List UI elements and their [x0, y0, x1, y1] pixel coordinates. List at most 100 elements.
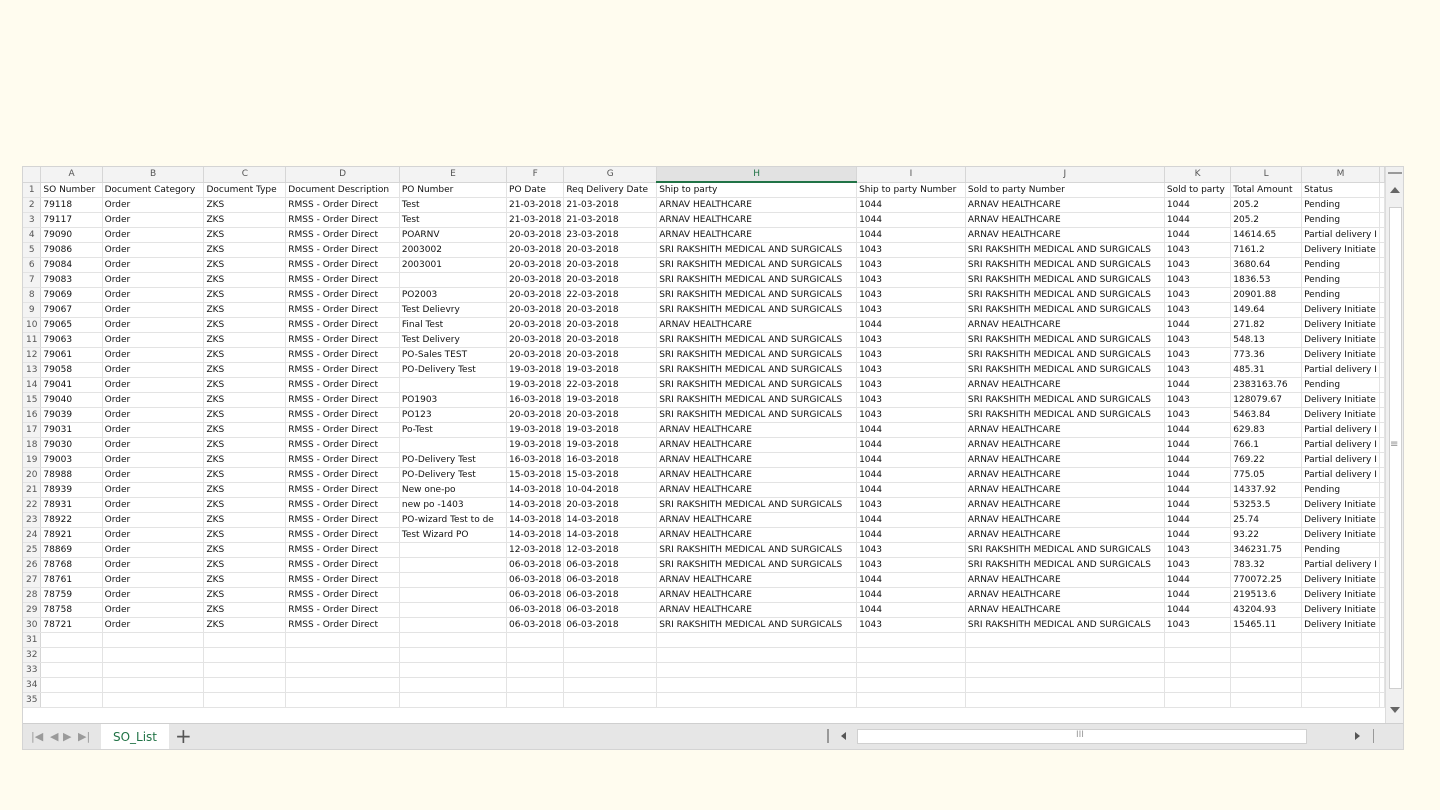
cell-a18[interactable]: 79030 — [40, 437, 103, 453]
cell-b17[interactable]: Order — [102, 422, 205, 438]
cell-a14[interactable]: 79041 — [40, 377, 103, 393]
cell-d3[interactable]: RMSS - Order Direct — [285, 212, 400, 228]
cell-b22[interactable]: Order — [102, 497, 205, 513]
cell-j1[interactable]: Sold to party Number — [965, 182, 1165, 198]
row-header[interactable]: 32 — [23, 647, 42, 663]
cell-d23[interactable]: RMSS - Order Direct — [285, 512, 400, 528]
cell-b25[interactable]: Order — [102, 542, 205, 558]
cell-j17[interactable]: ARNAV HEALTHCARE — [965, 422, 1165, 438]
column-header-m[interactable]: M — [1301, 167, 1380, 183]
cell-k1[interactable]: Sold to party — [1164, 182, 1232, 198]
column-header-k[interactable]: K — [1164, 167, 1232, 183]
cell-l11[interactable]: 548.13 — [1230, 332, 1303, 348]
row-header[interactable]: 22 — [23, 497, 42, 513]
cell-m15[interactable]: Delivery Initiate — [1301, 392, 1380, 408]
cell-e9[interactable]: Test Delievry — [399, 302, 508, 318]
cell-c27[interactable]: ZKS — [203, 572, 287, 588]
cell-i5[interactable]: 1043 — [856, 242, 966, 258]
cell-f3[interactable]: 21-03-2018 — [506, 212, 565, 228]
cell-a7[interactable]: 79083 — [40, 272, 103, 288]
cell-d7[interactable]: RMSS - Order Direct — [285, 272, 400, 288]
cell-h31[interactable] — [656, 632, 858, 648]
cell-b33[interactable] — [102, 662, 205, 678]
row-header[interactable]: 15 — [23, 392, 42, 408]
cell-d28[interactable]: RMSS - Order Direct — [285, 587, 400, 603]
cell-a34[interactable] — [40, 677, 103, 693]
cell-j10[interactable]: ARNAV HEALTHCARE — [965, 317, 1165, 333]
cell-m6[interactable]: Pending — [1301, 257, 1380, 273]
cell-g29[interactable]: 06-03-2018 — [563, 602, 658, 618]
column-header-i[interactable]: I — [856, 167, 966, 183]
first-sheet-icon[interactable]: |◀ — [31, 730, 43, 743]
cell-f15[interactable]: 16-03-2018 — [506, 392, 565, 408]
cell-h3[interactable]: ARNAV HEALTHCARE — [656, 212, 858, 228]
cell-k18[interactable]: 1044 — [1164, 437, 1232, 453]
column-header-d[interactable]: D — [285, 167, 400, 183]
cell-h28[interactable]: ARNAV HEALTHCARE — [656, 587, 858, 603]
cell-j29[interactable]: ARNAV HEALTHCARE — [965, 602, 1165, 618]
cell-c31[interactable] — [203, 632, 287, 648]
cell-a8[interactable]: 79069 — [40, 287, 103, 303]
cell-b18[interactable]: Order — [102, 437, 205, 453]
cell-a10[interactable]: 79065 — [40, 317, 103, 333]
cell-b23[interactable]: Order — [102, 512, 205, 528]
cell-j15[interactable]: SRI RAKSHITH MEDICAL AND SURGICALS — [965, 392, 1165, 408]
cell-i16[interactable]: 1043 — [856, 407, 966, 423]
cell-i29[interactable]: 1044 — [856, 602, 966, 618]
cell-filler[interactable] — [1379, 452, 1385, 468]
cell-d21[interactable]: RMSS - Order Direct — [285, 482, 400, 498]
cell-m18[interactable]: Partial delivery I — [1301, 437, 1380, 453]
cell-i19[interactable]: 1044 — [856, 452, 966, 468]
cell-g30[interactable]: 06-03-2018 — [563, 617, 658, 633]
cell-d18[interactable]: RMSS - Order Direct — [285, 437, 400, 453]
cell-g11[interactable]: 20-03-2018 — [563, 332, 658, 348]
cell-h14[interactable]: SRI RAKSHITH MEDICAL AND SURGICALS — [656, 377, 858, 393]
cell-d14[interactable]: RMSS - Order Direct — [285, 377, 400, 393]
cell-h4[interactable]: ARNAV HEALTHCARE — [656, 227, 858, 243]
cell-d5[interactable]: RMSS - Order Direct — [285, 242, 400, 258]
row-header[interactable]: 2 — [23, 197, 42, 213]
cell-j33[interactable] — [965, 662, 1165, 678]
cell-k31[interactable] — [1164, 632, 1232, 648]
cell-c23[interactable]: ZKS — [203, 512, 287, 528]
cell-d9[interactable]: RMSS - Order Direct — [285, 302, 400, 318]
cell-filler[interactable] — [1379, 212, 1385, 228]
cell-a20[interactable]: 78988 — [40, 467, 103, 483]
cell-h19[interactable]: ARNAV HEALTHCARE — [656, 452, 858, 468]
cell-f14[interactable]: 19-03-2018 — [506, 377, 565, 393]
cell-c4[interactable]: ZKS — [203, 227, 287, 243]
column-header-h[interactable]: H — [656, 167, 858, 183]
cell-h12[interactable]: SRI RAKSHITH MEDICAL AND SURGICALS — [656, 347, 858, 363]
cell-e32[interactable] — [399, 647, 508, 663]
cell-g24[interactable]: 14-03-2018 — [563, 527, 658, 543]
cell-e26[interactable] — [399, 557, 508, 573]
cell-j11[interactable]: SRI RAKSHITH MEDICAL AND SURGICALS — [965, 332, 1165, 348]
cell-e29[interactable] — [399, 602, 508, 618]
cell-h23[interactable]: ARNAV HEALTHCARE — [656, 512, 858, 528]
cell-filler[interactable] — [1379, 377, 1385, 393]
cell-d24[interactable]: RMSS - Order Direct — [285, 527, 400, 543]
cell-h22[interactable]: SRI RAKSHITH MEDICAL AND SURGICALS — [656, 497, 858, 513]
cell-f22[interactable]: 14-03-2018 — [506, 497, 565, 513]
cell-e4[interactable]: POARNV — [399, 227, 508, 243]
cell-filler[interactable] — [1379, 632, 1385, 648]
cell-g33[interactable] — [563, 662, 658, 678]
row-header[interactable]: 12 — [23, 347, 42, 363]
cell-filler[interactable] — [1379, 287, 1385, 303]
cell-m28[interactable]: Delivery Initiate — [1301, 587, 1380, 603]
cell-m17[interactable]: Partial delivery I — [1301, 422, 1380, 438]
cell-k9[interactable]: 1043 — [1164, 302, 1232, 318]
cell-j8[interactable]: SRI RAKSHITH MEDICAL AND SURGICALS — [965, 287, 1165, 303]
cell-d26[interactable]: RMSS - Order Direct — [285, 557, 400, 573]
row-header[interactable]: 33 — [23, 662, 42, 678]
cell-e33[interactable] — [399, 662, 508, 678]
cell-b34[interactable] — [102, 677, 205, 693]
cell-f30[interactable]: 06-03-2018 — [506, 617, 565, 633]
cell-l23[interactable]: 25.74 — [1230, 512, 1303, 528]
cell-d25[interactable]: RMSS - Order Direct — [285, 542, 400, 558]
cell-j30[interactable]: SRI RAKSHITH MEDICAL AND SURGICALS — [965, 617, 1165, 633]
cell-k17[interactable]: 1044 — [1164, 422, 1232, 438]
cell-m16[interactable]: Delivery Initiate — [1301, 407, 1380, 423]
cell-g2[interactable]: 21-03-2018 — [563, 197, 658, 213]
cell-l14[interactable]: 2383163.76 — [1230, 377, 1303, 393]
